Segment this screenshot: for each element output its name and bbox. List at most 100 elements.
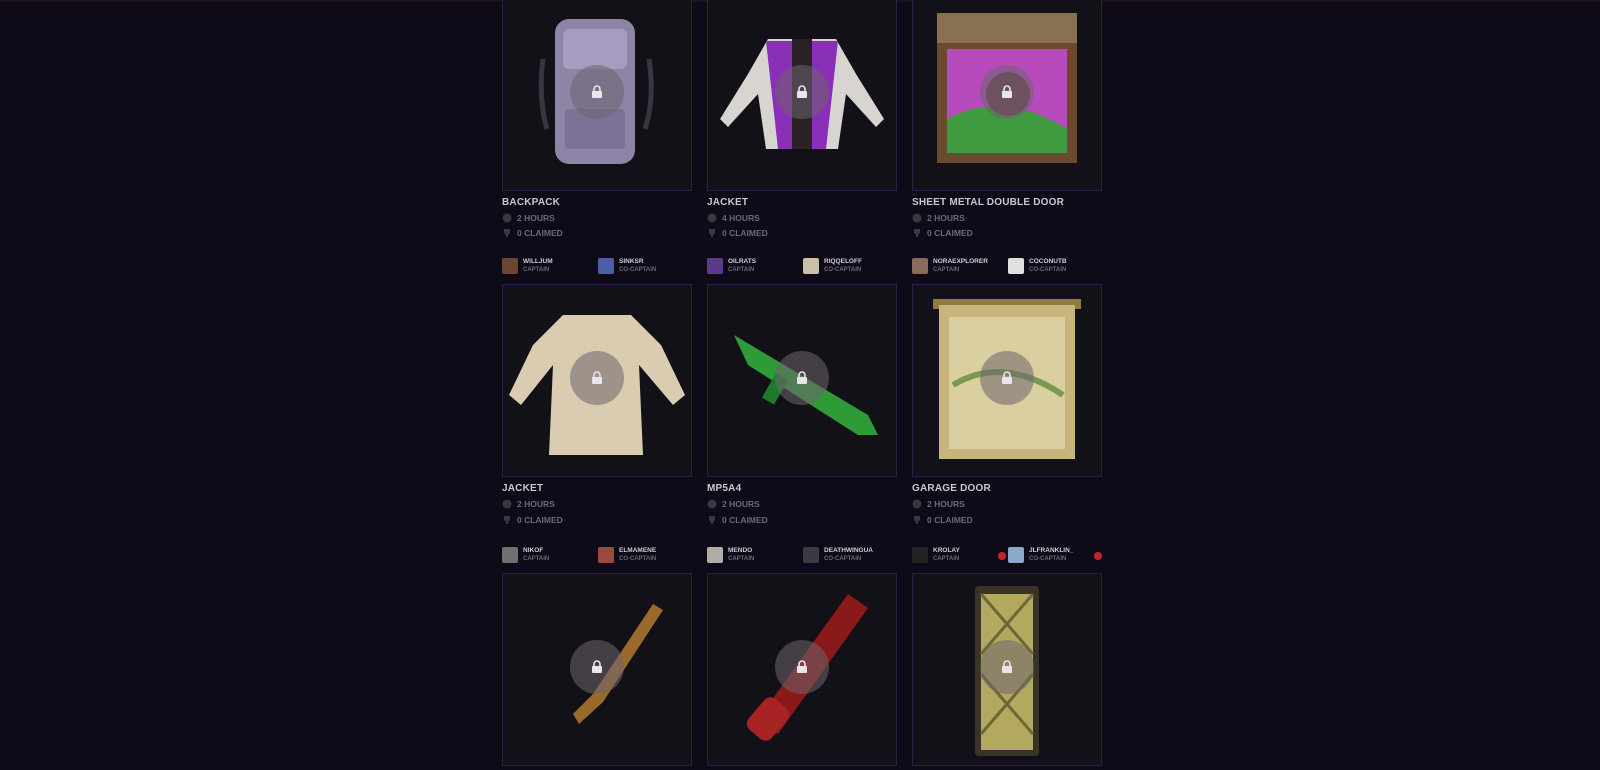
clock-icon — [502, 499, 512, 509]
reward-card-metal-door[interactable] — [912, 573, 1102, 766]
captain-role: CAPTAIN — [933, 267, 960, 273]
trophy-icon — [912, 228, 922, 238]
captain[interactable]: NIKOF CAPTAIN — [502, 547, 549, 563]
clock-icon — [707, 213, 717, 223]
lock-icon — [592, 371, 602, 384]
team-row: MENDO CAPTAIN DEATHWINGUA CO-CAPTAIN — [707, 547, 897, 569]
co-captain[interactable]: DEATHWINGUA CO-CAPTAIN — [803, 547, 873, 563]
lock-badge — [570, 640, 624, 694]
reward-card-mp5a4[interactable] — [707, 284, 897, 477]
reward-hours: 2 HOURS — [502, 499, 555, 509]
clock-icon — [912, 213, 922, 223]
captain-role: CAPTAIN — [728, 556, 755, 562]
team-row: WILLJUM CAPTAIN SINKSR CO-CAPTAIN — [502, 258, 692, 280]
clock-icon — [502, 213, 512, 223]
avatar — [502, 547, 518, 563]
trophy-icon — [912, 515, 922, 525]
reward-card-rocket-tube[interactable] — [707, 573, 897, 766]
lock-badge — [980, 640, 1034, 694]
avatar — [502, 258, 518, 274]
co-captain-name: COCONUTB — [1029, 258, 1067, 265]
trophy-icon — [502, 228, 512, 238]
reward-card-rocket-launcher[interactable] — [502, 573, 692, 766]
team-row: NIKOF CAPTAIN ELMAMENE CO-CAPTAIN — [502, 547, 692, 569]
captain[interactable]: NORAEXPLORER CAPTAIN — [912, 258, 988, 274]
reward-title: BACKPACK — [502, 197, 561, 208]
co-captain-role: CO-CAPTAIN — [1029, 267, 1067, 273]
captain-name: OILRATS — [728, 258, 757, 265]
reward-claimed: 0 CLAIMED — [707, 228, 768, 238]
clock-icon — [912, 499, 922, 509]
reward-claimed: 0 CLAIMED — [502, 515, 563, 525]
captain-role: CAPTAIN — [728, 267, 755, 273]
captain[interactable]: WILLJUM CAPTAIN — [502, 258, 553, 274]
reward-claimed: 0 CLAIMED — [912, 228, 973, 238]
reward-card-sheet-metal-door[interactable] — [912, 0, 1102, 191]
captain-name: WILLJUM — [523, 258, 553, 265]
live-indicator — [1094, 552, 1102, 560]
avatar — [598, 258, 614, 274]
lock-icon — [1002, 660, 1012, 673]
co-captain[interactable]: SINKSR CO-CAPTAIN — [598, 258, 656, 274]
co-captain[interactable]: COCONUTB CO-CAPTAIN — [1008, 258, 1067, 274]
avatar — [707, 547, 723, 563]
reward-title: MP5A4 — [707, 483, 742, 494]
clock-icon — [707, 499, 717, 509]
live-indicator — [998, 552, 1006, 560]
captain[interactable]: KROLAY CAPTAIN — [912, 547, 960, 563]
team-row: KROLAY CAPTAIN JLFRANKLIN_ CO-CAPTAIN — [912, 547, 1102, 569]
reward-claimed: 0 CLAIMED — [912, 515, 973, 525]
rewards-grid: BACKPACK 2 HOURS 0 CLAIMED JACKET 4 HOUR… — [502, 0, 1102, 770]
captain-role: CAPTAIN — [933, 556, 960, 562]
lock-icon — [1002, 85, 1012, 98]
co-captain-name: JLFRANKLIN_ — [1029, 547, 1074, 554]
team-row: NORAEXPLORER CAPTAIN COCONUTB CO-CAPTAIN — [912, 258, 1102, 280]
lock-badge — [775, 65, 829, 119]
lock-icon — [797, 85, 807, 98]
co-captain[interactable]: JLFRANKLIN_ CO-CAPTAIN — [1008, 547, 1073, 563]
avatar — [707, 258, 723, 274]
captain-name: NIKOF — [523, 547, 544, 554]
lock-icon — [592, 85, 602, 98]
lock-icon — [797, 660, 807, 673]
reward-claimed: 0 CLAIMED — [707, 515, 768, 525]
reward-title: GARAGE DOOR — [912, 483, 991, 494]
reward-hours: 2 HOURS — [912, 499, 965, 509]
lock-icon — [592, 660, 602, 673]
reward-card-backpack[interactable] — [502, 0, 692, 191]
reward-title: JACKET — [707, 197, 749, 208]
co-captain-role: CO-CAPTAIN — [1029, 556, 1067, 562]
co-captain-name: DEATHWINGUA — [824, 547, 873, 554]
avatar — [1008, 258, 1024, 274]
captain-name: MENDO — [728, 547, 753, 554]
reward-card-garage-door[interactable] — [912, 284, 1102, 477]
trophy-icon — [707, 515, 717, 525]
reward-card-fur-jacket[interactable] — [502, 284, 692, 477]
co-captain-role: CO-CAPTAIN — [619, 556, 657, 562]
co-captain[interactable]: ELMAMENE CO-CAPTAIN — [598, 547, 656, 563]
reward-hours: 2 HOURS — [707, 499, 760, 509]
lock-badge — [980, 351, 1034, 405]
captain-role: CAPTAIN — [523, 556, 550, 562]
lock-badge — [570, 351, 624, 405]
trophy-icon — [707, 228, 717, 238]
co-captain[interactable]: RIQQELOFF CO-CAPTAIN — [803, 258, 862, 274]
avatar — [803, 258, 819, 274]
avatar — [912, 258, 928, 274]
captain[interactable]: MENDO CAPTAIN — [707, 547, 754, 563]
avatar — [598, 547, 614, 563]
reward-card-jacket[interactable] — [707, 0, 897, 191]
co-captain-name: RIQQELOFF — [824, 258, 862, 265]
avatar — [1008, 547, 1024, 563]
co-captain-role: CO-CAPTAIN — [824, 267, 862, 273]
avatar — [803, 547, 819, 563]
lock-badge — [570, 65, 624, 119]
captain[interactable]: OILRATS CAPTAIN — [707, 258, 756, 274]
captain-role: CAPTAIN — [523, 267, 550, 273]
reward-hours: 4 HOURS — [707, 213, 760, 223]
team-row: OILRATS CAPTAIN RIQQELOFF CO-CAPTAIN — [707, 258, 897, 280]
lock-badge — [775, 640, 829, 694]
reward-claimed: 0 CLAIMED — [502, 228, 563, 238]
co-captain-name: SINKSR — [619, 258, 644, 265]
lock-badge — [980, 65, 1034, 119]
